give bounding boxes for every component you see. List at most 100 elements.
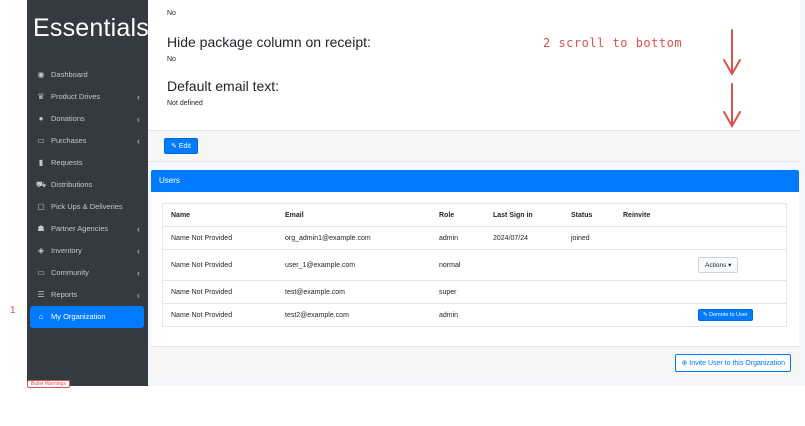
organization-settings-card: No Hide package column on receipt: No De… (148, 0, 800, 130)
table-row: Name Not Provided org_admin1@example.com… (162, 226, 787, 250)
table-row: Name Not Provided test2@example.com admi… (162, 303, 787, 327)
column-header-email: Email (277, 203, 431, 227)
chevron-left-icon: ‹ (137, 136, 140, 146)
setting-title-default-email: Default email text: (167, 78, 280, 94)
sidebar-item-label: Reports (51, 290, 78, 299)
user-role: normal (431, 249, 485, 281)
edit-button-label: Edit (178, 143, 191, 150)
sidebar-item-my-organization[interactable]: ⌂ My Organization (30, 306, 144, 328)
user-actions: Actions ▾ (678, 249, 787, 281)
sidebar-item-inventory[interactable]: ◈ Inventory ‹ (27, 240, 148, 262)
column-header-reinvite: Reinvite (615, 203, 678, 227)
user-actions: ✎ Demote to User (678, 303, 787, 327)
trophy-icon: ♛ (37, 92, 45, 101)
chevron-left-icon: ‹ (137, 92, 140, 102)
invite-user-button[interactable]: ⊕ Invite User to this Organization (675, 354, 791, 372)
column-header-role: Role (431, 203, 485, 227)
user-name: Name Not Provided (162, 226, 277, 250)
user-email: user_1@example.com (277, 249, 431, 281)
user-email: test@example.com (277, 280, 431, 304)
user-status (563, 280, 615, 304)
list-icon: ☰ (37, 290, 45, 299)
sidebar-item-requests[interactable]: ▮ Requests (27, 152, 148, 174)
user-last-sign-in: 2024/07/24 (485, 226, 563, 250)
file-icon: ▮ (38, 158, 44, 167)
column-header-actions (678, 203, 787, 227)
sidebar-item-label: Partner Agencies (51, 224, 109, 233)
actions-dropdown-button[interactable]: Actions ▾ (698, 257, 739, 273)
sidebar-item-partner-agencies[interactable]: ☗ Partner Agencies ‹ (27, 218, 148, 240)
brand-logo[interactable]: Essentials (27, 0, 148, 54)
sidebar-item-distributions[interactable]: ⛟ Distributions (27, 174, 148, 196)
table-row: Name Not Provided test@example.com super (162, 280, 787, 304)
user-email: test2@example.com (277, 303, 431, 327)
caret-down-icon: ▾ (728, 262, 732, 269)
edit-icon: ✎ (703, 312, 708, 318)
bullet-warnings-badge[interactable]: Bullet Warnings (27, 380, 70, 388)
sidebar-item-product-drives[interactable]: ♛ Product Drives ‹ (27, 86, 148, 108)
table-row: Name Not Provided user_1@example.com nor… (162, 249, 787, 281)
sidebar-item-community[interactable]: ▭ Community ‹ (27, 262, 148, 284)
table-header-row: Name Email Role Last Sign in Status Rein… (162, 203, 787, 227)
annotation-step-1: 1 (10, 305, 16, 316)
scroll-down-arrow-icon (723, 29, 741, 128)
main-content: No Hide package column on receipt: No De… (148, 0, 805, 386)
users-table: Name Email Role Last Sign in Status Rein… (162, 203, 787, 327)
sidebar-item-label: Requests (51, 158, 83, 167)
home-icon: ⌂ (38, 312, 44, 321)
sidebar-nav: ◉ Dashboard ♛ Product Drives ‹ ● Donations ‹ ▭ Pu… (27, 64, 148, 328)
column-header-last-sign-in: Last Sign in (485, 203, 563, 227)
chevron-left-icon: ‹ (137, 290, 140, 300)
user-actions (678, 280, 787, 304)
user-last-sign-in (485, 303, 563, 327)
sidebar-item-donations[interactable]: ● Donations ‹ (27, 108, 148, 130)
demote-to-user-button[interactable]: ✎ Demote to User (698, 309, 753, 321)
calendar-icon: ▢ (37, 202, 45, 211)
sidebar-item-pick-ups-deliveries[interactable]: ▢ Pick Ups & Deliveries (27, 196, 148, 218)
sidebar-item-label: Purchases (51, 136, 87, 145)
user-status (563, 303, 615, 327)
laptop-icon: ▭ (37, 268, 45, 277)
user-name: Name Not Provided (162, 249, 277, 281)
setting-value: No (167, 10, 176, 17)
edit-button[interactable]: ✎ Edit (164, 138, 198, 154)
user-role: super (431, 280, 485, 304)
chevron-left-icon: ‹ (137, 268, 140, 278)
actions-button-label: Actions (705, 262, 727, 269)
donate-icon: ● (38, 114, 44, 123)
user-reinvite (615, 303, 678, 327)
sidebar-item-label: Pick Ups & Deliveries (51, 202, 123, 211)
setting-value-default-email: Not defined (167, 100, 203, 107)
sidebar-item-purchases[interactable]: ▭ Purchases ‹ (27, 130, 148, 152)
user-email: org_admin1@example.com (277, 226, 431, 250)
gauge-icon: ◉ (37, 70, 45, 79)
annotation-step-2: 2 scroll to bottom (543, 36, 683, 50)
user-name: Name Not Provided (162, 280, 277, 304)
sidebar-item-dashboard[interactable]: ◉ Dashboard (27, 64, 148, 86)
invite-button-label: Invite User to this Organization (689, 360, 785, 367)
user-reinvite (615, 249, 678, 281)
demote-button-label: Demote to User (709, 312, 748, 318)
user-name: Name Not Provided (162, 303, 277, 327)
setting-title-hide-package: Hide package column on receipt: (167, 34, 371, 50)
sidebar-item-label: Dashboard (51, 70, 88, 79)
chevron-left-icon: ‹ (137, 224, 140, 234)
chevron-left-icon: ‹ (137, 246, 140, 256)
sidebar-item-label: My Organization (51, 312, 106, 321)
edit-icon: ✎ (171, 143, 177, 150)
sidebar-item-label: Product Drives (51, 92, 101, 101)
column-header-status: Status (563, 203, 615, 227)
cart-icon: ⛟ (35, 180, 47, 189)
users-card-header: Users (151, 170, 799, 192)
user-status: joined (563, 226, 615, 250)
cubes-icon: ◈ (37, 246, 45, 255)
user-last-sign-in (485, 280, 563, 304)
user-actions (678, 226, 787, 250)
column-header-name: Name (162, 203, 277, 227)
user-status (563, 249, 615, 281)
user-reinvite (615, 226, 678, 250)
sidebar-item-label: Inventory (51, 246, 82, 255)
sidebar-item-reports[interactable]: ☰ Reports ‹ (27, 284, 148, 306)
users-card: Users Name Email Role Last Sign in Statu… (151, 170, 799, 346)
money-icon: ▭ (37, 136, 45, 145)
